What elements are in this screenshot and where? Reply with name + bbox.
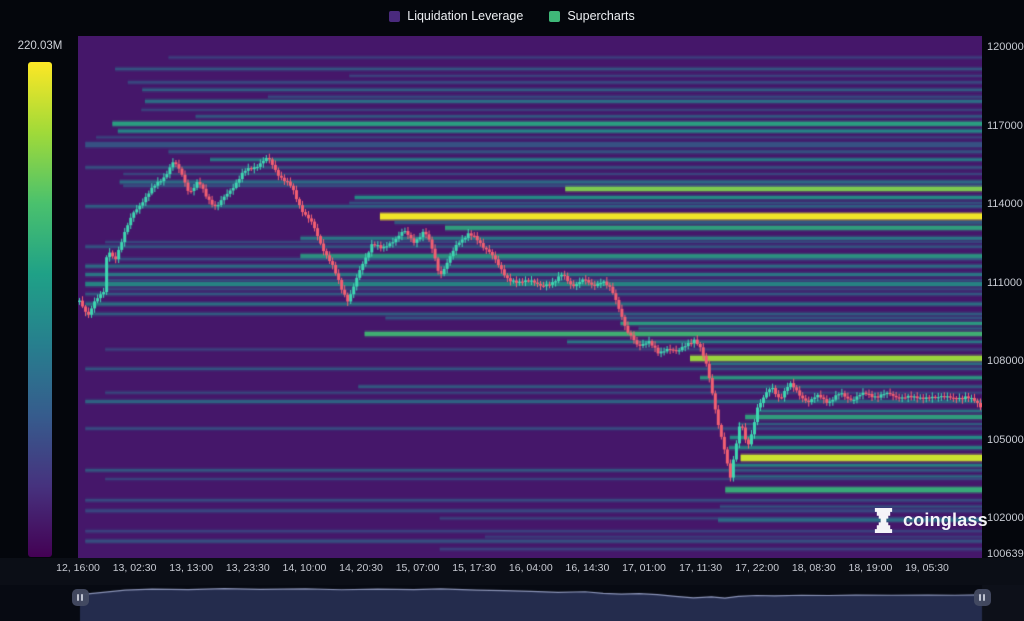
coinglass-watermark: coinglass xyxy=(872,507,988,534)
price-tick-label: 117000 xyxy=(987,120,1023,132)
time-tick-label: 14, 20:30 xyxy=(339,562,383,574)
legend-swatch-icon xyxy=(389,11,400,22)
legend-label: Supercharts xyxy=(567,9,634,23)
time-tick-label: 19, 05:30 xyxy=(905,562,949,574)
price-tick-label: 102000 xyxy=(987,512,1024,524)
navigator-canvas[interactable] xyxy=(0,585,1024,621)
price-tick-label: 111000 xyxy=(987,277,1022,289)
time-tick-label: 17, 01:00 xyxy=(622,562,666,574)
time-tick-label: 17, 22:00 xyxy=(735,562,779,574)
price-tick-label: 108000 xyxy=(987,355,1024,367)
legend-swatch-icon xyxy=(549,11,560,22)
price-axis[interactable]: 120000 117000 114000 111000 108000 105000 1020… xyxy=(986,0,1024,560)
navigator-right-handle[interactable] xyxy=(974,589,991,606)
navigator-left-handle[interactable] xyxy=(72,589,89,606)
time-tick-label: 13, 02:30 xyxy=(113,562,157,574)
time-tick-label: 13, 13:00 xyxy=(169,562,213,574)
time-tick-label: 18, 08:30 xyxy=(792,562,836,574)
time-tick-label: 13, 23:30 xyxy=(226,562,270,574)
coinglass-logo-icon xyxy=(872,507,895,534)
price-tick-label: 120000 xyxy=(987,41,1024,53)
heatmap-candlestick-canvas[interactable] xyxy=(78,36,982,558)
liquidation-heatmap-app: Liquidation LeverageSupercharts 220.03M … xyxy=(0,0,1024,621)
chart-legend: Liquidation Leverage Supercharts xyxy=(0,6,1024,26)
time-tick-label: 15, 17:30 xyxy=(452,562,496,574)
time-tick-label: 14, 10:00 xyxy=(282,562,326,574)
legend-label: Liquidation Leverage xyxy=(407,9,523,23)
price-tick-label: 114000 xyxy=(987,198,1023,210)
time-tick-label: 16, 14:30 xyxy=(565,562,609,574)
time-tick-label: 15, 07:00 xyxy=(396,562,440,574)
watermark-text: coinglass xyxy=(903,510,988,531)
time-tick-label: 12, 16:00 xyxy=(56,562,100,574)
time-tick-label: 18, 19:00 xyxy=(848,562,892,574)
colorbar-max-label: 220.03M xyxy=(0,40,80,52)
navigator xyxy=(0,585,1024,621)
time-axis[interactable]: 12, 16:00 13, 02:30 13, 13:00 13, 23:30 14, … xyxy=(0,562,1024,578)
colorbar-gradient xyxy=(28,62,52,557)
time-tick-label: 16, 04:00 xyxy=(509,562,553,574)
legend-item-1[interactable]: Supercharts xyxy=(549,9,634,23)
price-tick-label: 105000 xyxy=(987,434,1024,446)
time-tick-label: 17, 11:30 xyxy=(679,562,722,574)
legend-item-0[interactable]: Liquidation Leverage xyxy=(389,9,523,23)
